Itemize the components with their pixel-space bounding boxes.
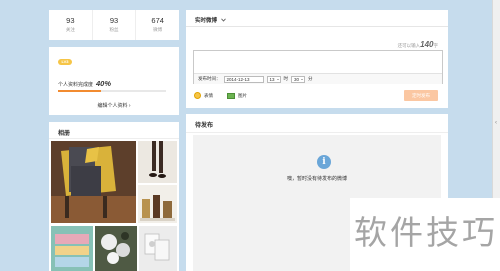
- stat-followers-label: 粉丝: [109, 27, 119, 32]
- pending-divider: [186, 132, 448, 133]
- photo-5-image: [95, 226, 137, 271]
- album-photo-6[interactable]: [139, 226, 177, 271]
- hour-unit: 时: [283, 76, 289, 81]
- completeness-bar-fill: [58, 90, 102, 92]
- stat-following-count: 93: [66, 16, 75, 25]
- stats-panel: 93 关注 93 粉丝 674 微博: [49, 10, 179, 40]
- image-label: 图片: [238, 92, 247, 98]
- completeness-value: 40%: [96, 79, 112, 88]
- tab-divider: [186, 26, 448, 27]
- pending-title: 待发布: [195, 123, 214, 129]
- album-title: 相册: [58, 131, 71, 137]
- schedule-date-input[interactable]: 2014-12-13: [223, 75, 264, 83]
- schedule-publish-button[interactable]: 定时发布: [404, 90, 438, 101]
- hint-prefix: 还可以输入: [397, 43, 421, 48]
- hint-count: 140: [420, 40, 434, 49]
- completeness-bar: [58, 90, 166, 92]
- emoji-button[interactable]: 表情: [194, 92, 213, 99]
- album-panel: 相册: [49, 122, 179, 271]
- photo-2-image: [138, 141, 177, 183]
- stat-following-label: 关注: [65, 27, 75, 32]
- completeness-label: 个人资料完成度: [58, 82, 94, 88]
- stat-followers-count: 93: [109, 16, 119, 25]
- stat-following[interactable]: 93 关注: [49, 10, 93, 40]
- schedule-hour-select[interactable]: 13: [266, 75, 281, 83]
- empty-message: 噢，暂时没有待发布的微博: [286, 176, 347, 182]
- composer-toolbar: 表情 图片: [194, 92, 247, 99]
- image-button[interactable]: 图片: [227, 92, 247, 99]
- edit-profile-link[interactable]: 编辑个人资料 ›: [49, 102, 179, 109]
- char-count-hint: 还可以输入140字: [398, 40, 438, 49]
- album-photo-2[interactable]: [138, 141, 177, 183]
- schedule-minute-select[interactable]: 30: [291, 75, 305, 83]
- album-photo-4[interactable]: [51, 226, 93, 271]
- tab-realtime-post[interactable]: 实时微博: [195, 16, 226, 24]
- stat-posts-label: 微博: [153, 27, 163, 32]
- album-photo-1[interactable]: [51, 141, 136, 223]
- tab-realtime-label: 实时微博: [195, 18, 218, 24]
- emoji-label: 表情: [204, 92, 213, 98]
- smiley-icon: [194, 92, 201, 99]
- chevron-down-icon: [221, 18, 226, 22]
- watermark: 软件技巧: [350, 198, 500, 271]
- post-text-input[interactable]: 发布时间： 2014-12-13 13 时 30 分: [193, 50, 443, 84]
- completeness-row: 个人资料完成度 40%: [58, 79, 111, 88]
- level-badge[interactable]: LV3: [58, 59, 72, 65]
- photo-3-image: [138, 185, 177, 223]
- stat-posts-count: 674: [151, 16, 164, 25]
- watermark-text: 软件技巧: [354, 213, 498, 252]
- profile-panel: LV3 个人资料完成度 40% 编辑个人资料 ›: [49, 47, 179, 115]
- photo-1-image: [51, 141, 136, 223]
- stat-posts[interactable]: 674 微博: [136, 10, 179, 40]
- hint-suffix: 字: [433, 43, 439, 48]
- album-divider: [49, 138, 179, 139]
- chevron-left-icon[interactable]: ‹: [495, 120, 497, 126]
- photo-4-image: [51, 226, 93, 271]
- schedule-label: 发布时间：: [198, 76, 221, 81]
- schedule-bar: 发布时间： 2014-12-13 13 时 30 分: [194, 73, 442, 84]
- photo-6-image: [139, 226, 177, 271]
- stat-followers[interactable]: 93 粉丝: [93, 10, 137, 40]
- album-photo-5[interactable]: [95, 226, 137, 271]
- composer-panel: 实时微博 还可以输入140字 发布时间： 2014-12-13 13 时 30 …: [186, 10, 448, 108]
- image-icon: [227, 92, 235, 99]
- album-photo-3[interactable]: [138, 185, 177, 223]
- minute-unit: 分: [308, 76, 313, 81]
- info-icon: i: [317, 155, 331, 169]
